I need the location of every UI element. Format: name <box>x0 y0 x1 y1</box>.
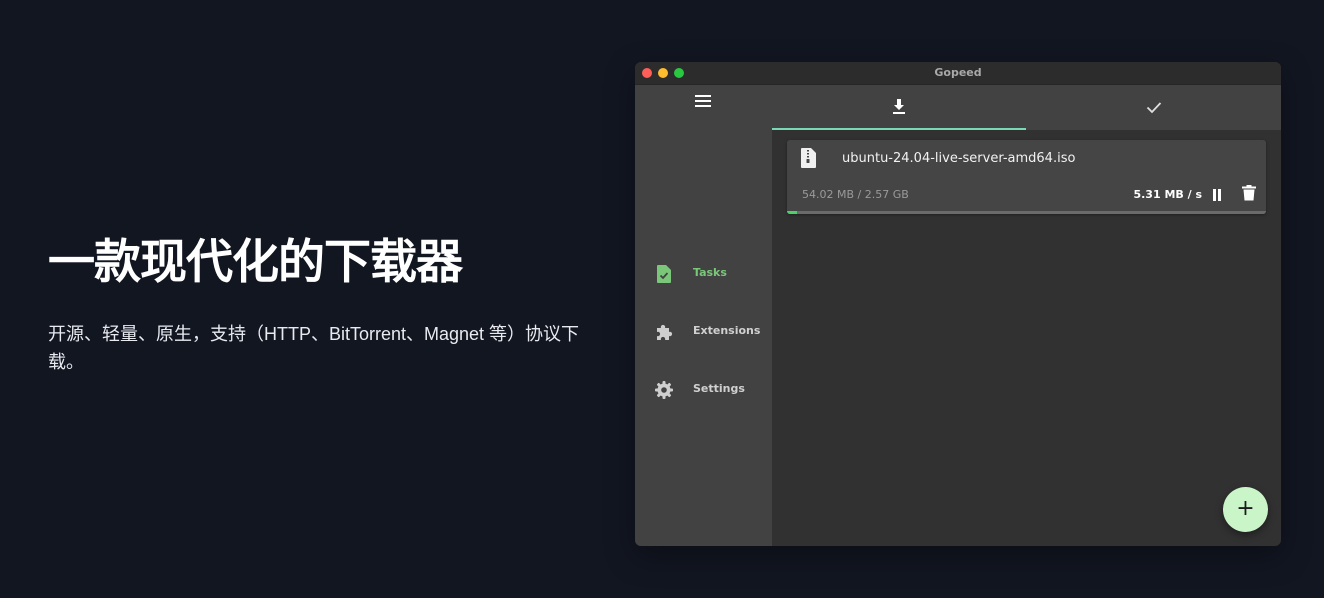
file-check-icon <box>654 264 674 284</box>
tab-downloading[interactable] <box>772 85 1026 130</box>
task-size-progress: 54.02 MB / 2.57 GB <box>802 188 909 201</box>
check-icon <box>1146 102 1162 114</box>
task-item[interactable]: ubuntu-24.04-live-server-amd64.iso 54.02… <box>787 140 1266 214</box>
sidebar-item-settings[interactable]: Settings <box>635 368 772 412</box>
download-icon <box>893 99 905 114</box>
window-title: Gopeed <box>934 66 982 79</box>
sidebar-item-label: Tasks <box>693 266 727 279</box>
gear-icon <box>654 380 674 400</box>
hero-description: 开源、轻量、原生，支持（HTTP、BitTorrent、Magnet 等）协议下… <box>48 324 580 372</box>
sidebar-item-tasks[interactable]: Tasks <box>635 252 772 296</box>
sidebar-item-extensions[interactable]: Extensions <box>635 310 772 354</box>
plus-icon: + <box>1236 496 1255 521</box>
zip-file-icon <box>801 148 817 168</box>
sidebar-item-label: Settings <box>693 382 745 395</box>
task-progress-bar <box>787 211 1266 214</box>
pause-icon[interactable] <box>1210 187 1224 201</box>
task-progress-fill <box>787 211 797 214</box>
add-task-button[interactable]: + <box>1223 487 1268 532</box>
hero-section: 一款现代化的下载器 开源、轻量、原生，支持（HTTP、BitTorrent、Ma… <box>48 232 593 376</box>
task-speed: 5.31 MB / s <box>1133 188 1202 201</box>
sidebar: Tasks Extensions Settings <box>635 85 772 546</box>
app-window: Gopeed Tasks Extensions Settings ubuntu-… <box>635 62 1281 546</box>
hero-title: 一款现代化的下载器 <box>48 235 463 290</box>
delete-icon[interactable] <box>1242 185 1256 201</box>
tab-completed[interactable] <box>1026 85 1280 130</box>
tab-active-indicator <box>772 128 1026 130</box>
task-file-name: ubuntu-24.04-live-server-amd64.iso <box>842 151 1076 166</box>
window-titlebar[interactable]: Gopeed <box>635 62 1281 85</box>
sidebar-item-label: Extensions <box>693 324 761 337</box>
puzzle-icon <box>654 322 674 342</box>
hamburger-menu-icon[interactable] <box>695 92 713 108</box>
tab-bar <box>772 85 1281 130</box>
